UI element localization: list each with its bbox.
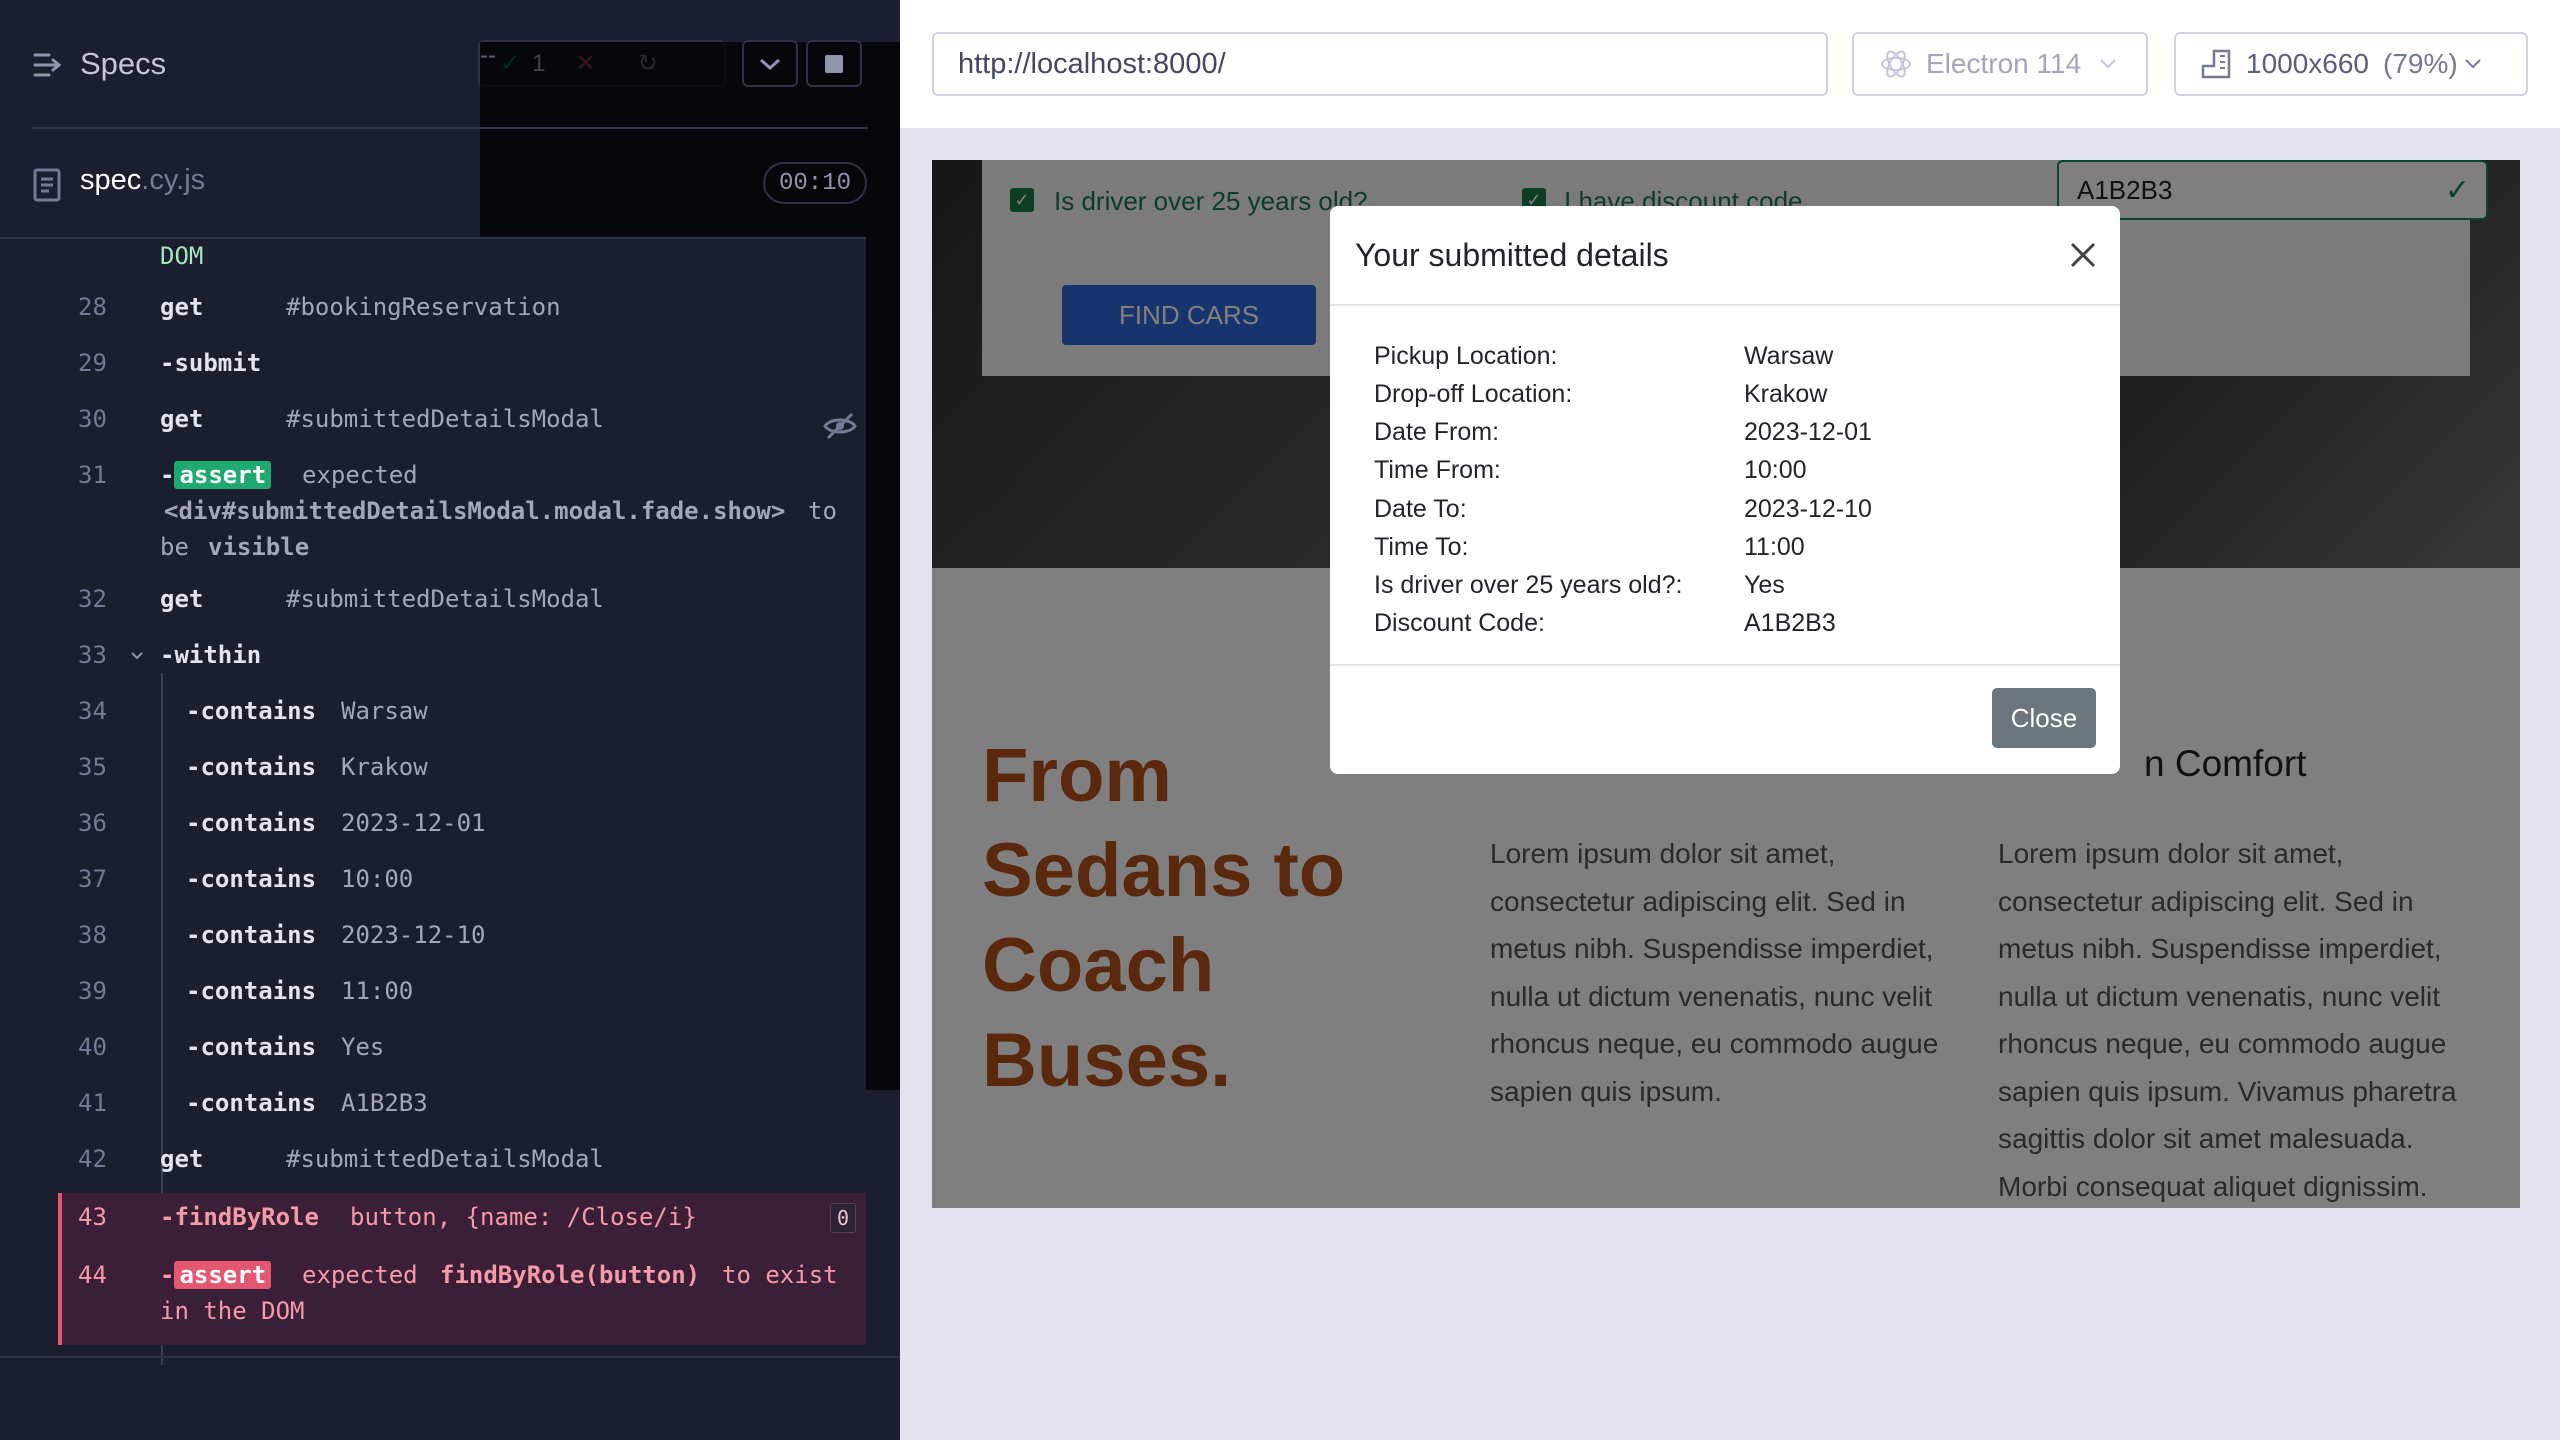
command-row[interactable]: 29 -submit (58, 349, 866, 399)
pending-count: ↻ -- (480, 42, 2068, 1090)
eye-slash-icon (823, 412, 857, 440)
spec-header: spec.cy.js 00:10 (0, 140, 900, 240)
failed-assert-row[interactable]: 44 - assert expected findByRole(button) t… (58, 1249, 866, 1345)
spec-file-name: spec.cy.js (80, 164, 206, 196)
chevron-down-icon (2465, 59, 2481, 69)
document-icon (33, 168, 61, 202)
modal-header: Your submitted details (1330, 206, 2120, 306)
command-row[interactable]: 33 -within (58, 641, 866, 691)
element-count-badge: 0 (830, 1203, 856, 1233)
specs-list-icon[interactable] (33, 52, 63, 78)
stop-button[interactable] (806, 40, 862, 87)
divider (32, 127, 868, 129)
viewport-selector[interactable]: 1000x660 (79%) (2174, 32, 2528, 96)
divider (0, 1356, 900, 1358)
command-row[interactable]: 30 get #submittedDetailsModal (58, 405, 866, 455)
ruler-icon (2201, 49, 2231, 79)
modal-body: Pickup Location: Warsaw Drop-off Location… (1330, 306, 2120, 666)
browser-preview: http://localhost:8000/ Electron 114 1000… (900, 0, 2560, 1440)
stop-icon (825, 54, 843, 73)
assert-row[interactable]: 31 - assert expected <div#submittedDetail… (58, 461, 866, 569)
browser-selector[interactable]: Electron 114 (1852, 32, 2148, 96)
command-row[interactable]: 32 get #submittedDetailsModal (58, 585, 866, 635)
command-row[interactable]: 42 get #submittedDetailsModal (58, 1145, 866, 1195)
runner-topbar: Specs ✓ 1 ✕ -- ↻ -- (0, 0, 2068, 1090)
chevron-down-icon[interactable] (130, 649, 144, 663)
test-stats: ✓ 1 ✕ -- ↻ -- (478, 40, 2068, 1090)
specs-title[interactable]: Specs (80, 46, 166, 82)
close-button[interactable]: Close (1992, 688, 2096, 748)
url-field[interactable]: http://localhost:8000/ (932, 32, 1828, 96)
submitted-details-modal: Your submitted details Pickup Location: W… (1330, 206, 2120, 774)
close-icon[interactable] (2066, 238, 2100, 272)
expand-collapse-button[interactable] (742, 40, 798, 87)
modal-title: Your submitted details (1355, 237, 1669, 273)
log-fragment: DOM (160, 242, 204, 270)
electron-icon (1881, 50, 1911, 78)
chevron-down-icon (2100, 59, 2116, 69)
cypress-panel: Specs ✓ 1 ✕ -- ↻ -- spec.c (0, 0, 2068, 1440)
assert-badge: assert (174, 461, 272, 489)
assert-badge: assert (174, 1261, 272, 1289)
failed-command-row[interactable]: 43 -findByRole button, {name: /Close/i} … (58, 1193, 866, 1249)
command-log: DOM 28 get #bookingReservation 29 -submit 3… (58, 239, 866, 1365)
run-timer: 00:10 (762, 162, 867, 204)
command-row[interactable]: 28 get #bookingReservation (58, 293, 866, 343)
chevron-down-icon (760, 58, 780, 70)
